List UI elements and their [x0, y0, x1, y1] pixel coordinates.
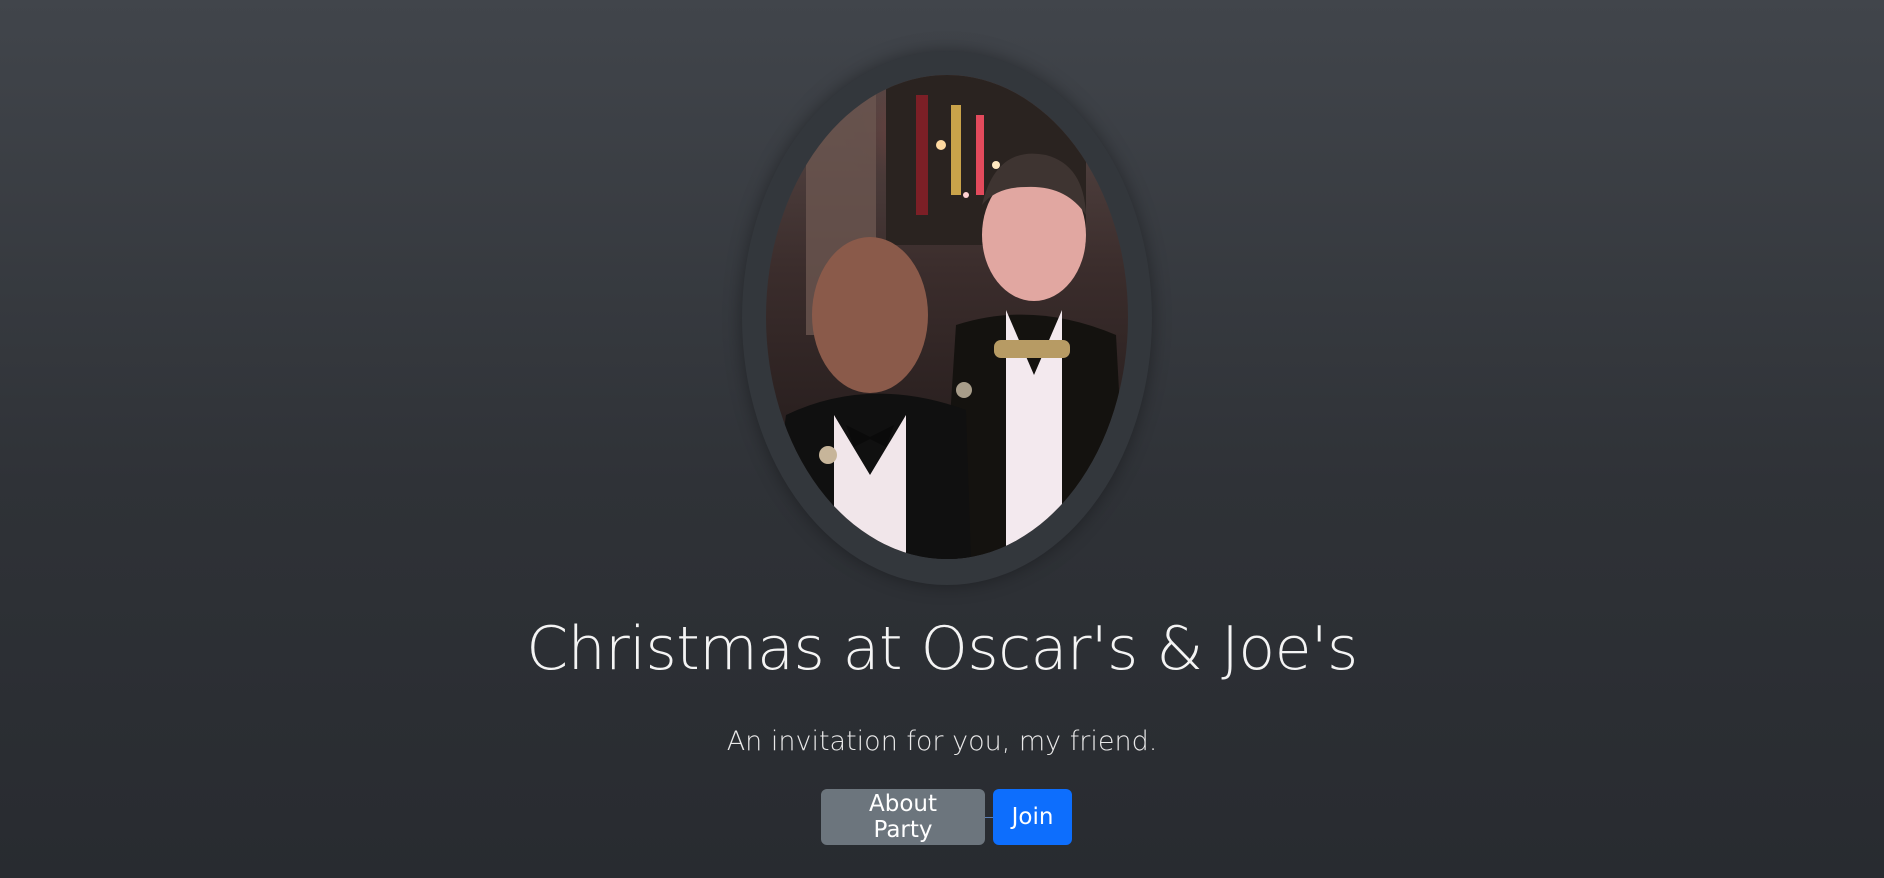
- join-button[interactable]: Join: [993, 789, 1072, 845]
- hero-section: Christmas at Oscar's & Joe's An invitati…: [0, 0, 1884, 878]
- photo-frame: [742, 51, 1152, 585]
- button-divider: [985, 816, 993, 818]
- about-party-button[interactable]: About Party: [821, 789, 985, 845]
- invitation-subtitle: An invitation for you, my friend.: [726, 726, 1158, 757]
- page-title: Christmas at Oscar's & Joe's: [526, 614, 1358, 684]
- hosts-photo-illustration: [766, 75, 1128, 559]
- action-buttons: About Party Join: [821, 789, 1072, 845]
- hosts-photo: [766, 75, 1128, 559]
